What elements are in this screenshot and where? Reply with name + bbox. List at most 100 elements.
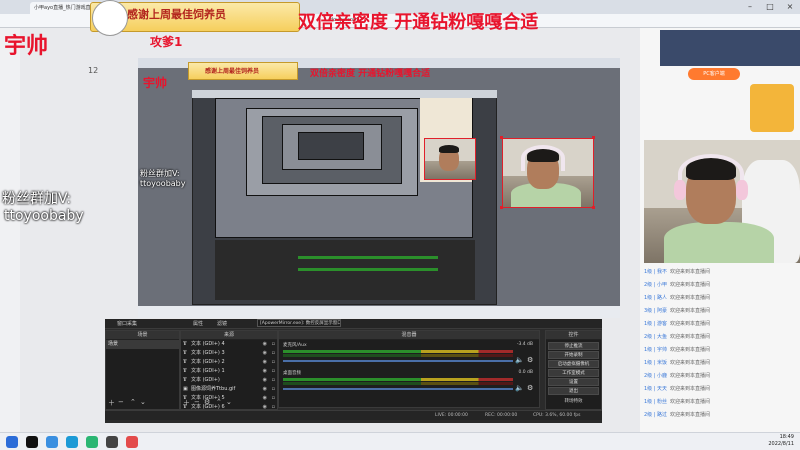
gear-icon[interactable]: ⚙ [527, 384, 533, 392]
source-item[interactable]: T 文本 (GDI+) 1 ◉ ▫ [181, 367, 277, 376]
app-icon[interactable] [86, 436, 98, 448]
lock-icon[interactable]: ▫ [272, 385, 275, 394]
speaker-icon[interactable]: 🔈 [515, 384, 524, 392]
gear-icon[interactable]: ⚙ [527, 356, 533, 364]
eye-icon[interactable]: ◉ [263, 385, 267, 394]
start-icon[interactable] [6, 436, 18, 448]
eye-icon[interactable]: ◉ [263, 340, 267, 349]
chat-user[interactable]: 1级 | 我不 [644, 269, 667, 275]
minimize-icon[interactable]: – [742, 0, 758, 14]
scene-up-icon[interactable]: ⌃ [130, 398, 136, 406]
source-label: 文本 (GDI+) 2 [191, 359, 225, 365]
resize-handle[interactable] [592, 136, 595, 139]
lock-icon[interactable]: ▫ [272, 340, 275, 349]
gear-icon[interactable]: ⚙ [204, 398, 210, 406]
chat-message: 1级 | 天天 欢迎来到本直播间 [644, 385, 710, 394]
eye-icon[interactable]: ◉ [263, 358, 267, 367]
chat-text: 欢迎来到本直播间 [670, 412, 711, 418]
control-button[interactable]: 设置 [548, 378, 599, 386]
gift-badge[interactable] [750, 84, 794, 132]
scene-tab[interactable]: 窗口采集 [117, 320, 137, 327]
source-up-icon[interactable]: ⌃ [216, 398, 222, 406]
lock-icon[interactable]: ▫ [272, 376, 275, 385]
eye-icon[interactable]: ◉ [263, 394, 267, 403]
source-item[interactable]: T 文本 (GDI+) 4 ◉ ▫ [181, 340, 277, 349]
control-button[interactable]: 启动虚拟摄像机 [548, 360, 599, 368]
eye-icon[interactable]: ◉ [263, 349, 267, 358]
mixer-panel: 混音器 麦克风/Aux -3.4 dB 🔈 ⚙ 桌面音频 0.0 dB 🔈 ⚙ [278, 330, 540, 408]
source-item[interactable]: T 文本 (GDI+) 3 ◉ ▫ [181, 349, 277, 358]
properties-button[interactable]: 属性 [193, 320, 203, 327]
add-source-button[interactable]: ＋ [183, 398, 190, 408]
status-live: LIVE: 00:00:00 [435, 413, 468, 418]
chat-user[interactable]: 1级 | 路人 [644, 295, 667, 301]
chat-user[interactable]: 2级 | 小鹿 [644, 373, 667, 379]
scenes-header: 场景 [106, 331, 179, 340]
maximize-icon[interactable]: □ [762, 0, 778, 14]
clock[interactable]: 18:49 2022/8/11 [768, 434, 794, 448]
corner-name-nested: 宇帅 [143, 76, 168, 90]
chat-text: 欢迎来到本直播间 [670, 373, 711, 379]
speaker-icon[interactable]: 🔈 [515, 356, 524, 364]
resize-handle[interactable] [500, 136, 503, 139]
source-item[interactable]: T 文本 (GDI+) ◉ ▫ [181, 376, 277, 385]
close-icon[interactable]: × [782, 0, 798, 14]
eye-icon[interactable]: ◉ [263, 367, 267, 376]
pc-client-button[interactable]: PC客户端 [688, 68, 740, 80]
scene-down-icon[interactable]: ⌄ [140, 398, 146, 406]
chat-message: 1级 | 我不 欢迎来到本直播间 [644, 268, 710, 277]
status-rec: REC: 00:00:00 [485, 413, 518, 418]
promo-banner[interactable] [660, 30, 800, 66]
fan-group-id: ttoyoobaby [4, 208, 84, 224]
chat-user[interactable]: 1级 | 粉丝 [644, 399, 667, 405]
chat-user[interactable]: 2级 | 路过 [644, 412, 667, 418]
chat-user[interactable]: 1级 | 宇帅 [644, 347, 667, 353]
lock-icon[interactable]: ▫ [272, 349, 275, 358]
search-icon[interactable] [26, 436, 38, 448]
scene-item[interactable]: 场景 [106, 340, 179, 349]
resize-handle[interactable] [592, 206, 595, 209]
text-source-icon: T [183, 377, 187, 383]
chat-message: 1级 | 游客 欢迎来到本直播间 [644, 320, 710, 329]
chat-user[interactable]: 3级 | 阿豪 [644, 308, 667, 314]
lock-icon[interactable]: ▫ [272, 358, 275, 367]
chat-text: 欢迎来到本直播间 [670, 399, 711, 405]
chat-user[interactable]: 2级 | 大鱼 [644, 334, 667, 340]
filters-button[interactable]: 滤镜 [217, 320, 227, 327]
obs-source-toolbar: 窗口采集 属性 滤镜 [ApowerMirror.exe]: 数控反屏显示窗口 [105, 319, 602, 329]
nested-capture-6 [298, 132, 364, 160]
mixer-track-name: 麦克风/Aux [283, 343, 307, 348]
headline-text: 双倍亲密度 开通钻粉嘎嘎合适 [298, 12, 539, 33]
chat-user[interactable]: 1级 | 游客 [644, 321, 667, 327]
source-item[interactable]: ▣ 图像源饲养Ttbu.gif ◉ ▫ [181, 385, 277, 394]
browser-icon[interactable] [46, 436, 58, 448]
remove-scene-button[interactable]: − [118, 398, 124, 406]
source-down-icon[interactable]: ⌄ [226, 398, 232, 406]
control-button[interactable]: 开始录制 [548, 351, 599, 359]
nested-meter-2 [298, 268, 438, 271]
control-button[interactable]: 退出 [548, 387, 599, 395]
app-icon[interactable] [126, 436, 138, 448]
window-select[interactable]: [ApowerMirror.exe]: 数控反屏显示窗口 [257, 319, 341, 327]
chat-user[interactable]: 1级 | 米饭 [644, 360, 667, 366]
lock-icon[interactable]: ▫ [272, 367, 275, 376]
eye-icon[interactable]: ◉ [263, 376, 267, 385]
lock-icon[interactable]: ▫ [272, 394, 275, 403]
edge-icon[interactable] [66, 436, 78, 448]
add-scene-button[interactable]: ＋ [108, 398, 115, 408]
chat-user[interactable]: 2级 | 小甲 [644, 282, 667, 288]
mixer-track-db: 0.0 dB [518, 370, 533, 375]
chat-text: 欢迎来到本直播间 [670, 386, 711, 392]
remove-source-button[interactable]: − [194, 398, 200, 406]
source-item[interactable]: T 文本 (GDI+) 2 ◉ ▫ [181, 358, 277, 367]
control-button[interactable]: 停止推流 [548, 342, 599, 350]
volume-slider[interactable] [283, 388, 513, 390]
chat-user[interactable]: 1级 | 天天 [644, 386, 667, 392]
resize-handle[interactable] [500, 206, 503, 209]
obs-icon[interactable] [106, 436, 118, 448]
headline-nested: 双倍亲密度 开通钻粉嘎嘎合适 [310, 69, 431, 79]
image-source-icon: ▣ [183, 386, 188, 392]
control-button[interactable]: 工作室模式 [548, 369, 599, 377]
volume-slider[interactable] [283, 360, 513, 362]
corner-name: 宇帅 [4, 33, 49, 59]
